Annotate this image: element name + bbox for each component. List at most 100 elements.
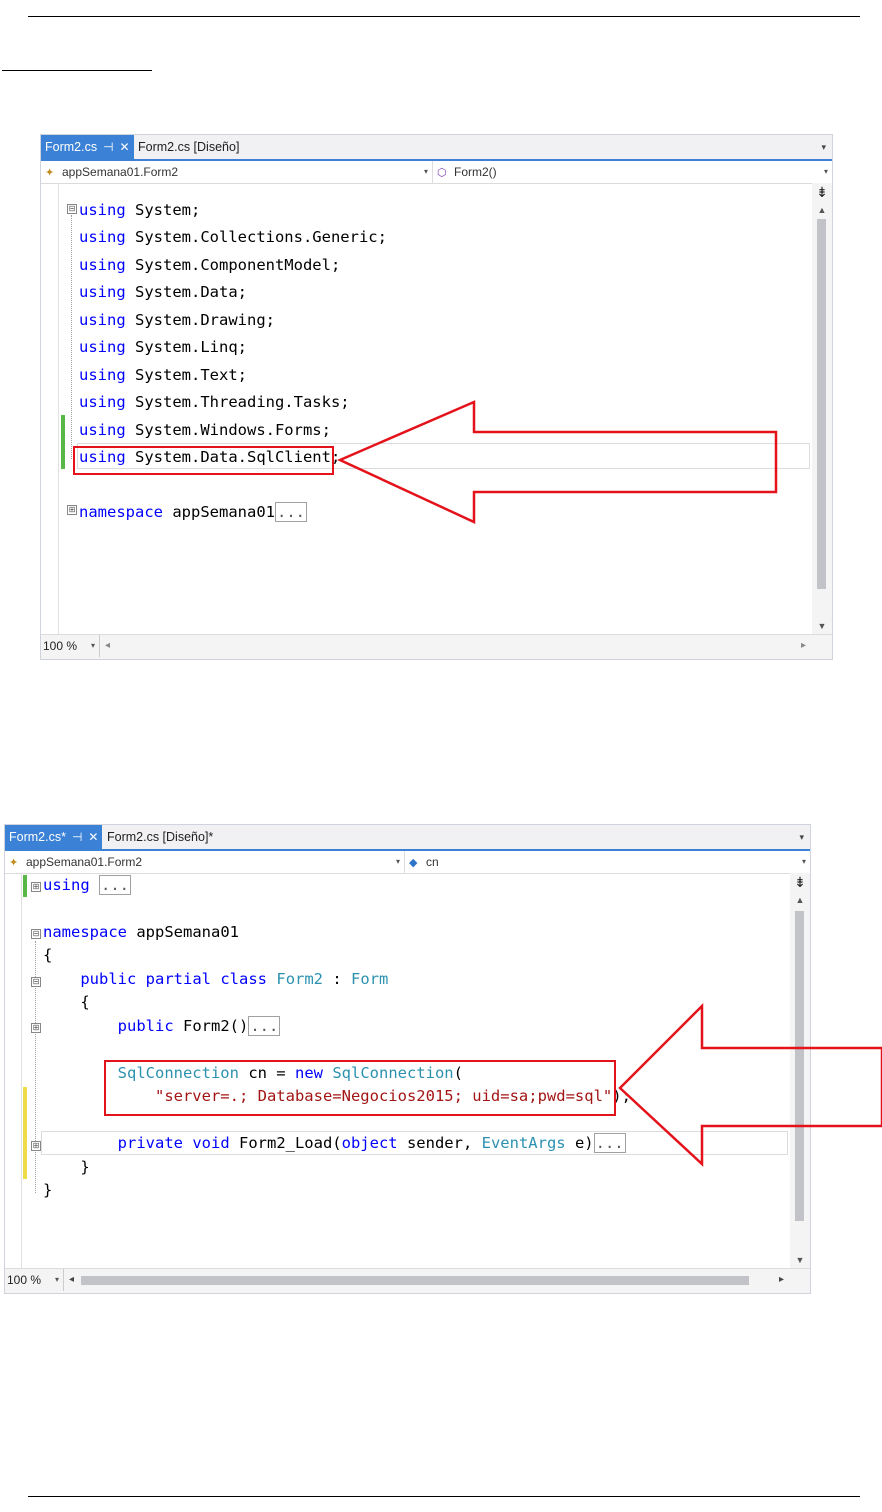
code-text: System.Text;: [125, 366, 247, 384]
tab-form2-cs[interactable]: Form2.cs* ⊣ ✕: [5, 825, 103, 849]
chevron-down-icon: ▾: [801, 857, 806, 866]
collapsed-region[interactable]: ...: [248, 1016, 281, 1036]
margin-line: [21, 873, 22, 1269]
tab-list-dropdown-icon[interactable]: ▾: [821, 135, 826, 159]
code-line: SqlConnection cn = new SqlConnection(: [43, 1061, 463, 1085]
zoom-dropdown[interactable]: 100 % ▾: [43, 635, 100, 657]
scroll-thumb[interactable]: [817, 219, 826, 589]
keyword: using: [79, 448, 126, 466]
code-text: appSemana01: [163, 503, 275, 521]
code-text: }: [80, 1158, 90, 1176]
tab-label: Form2.cs*: [9, 830, 66, 844]
type-selector-dropdown[interactable]: ✦ appSemana01.Form2 ▾: [41, 161, 433, 183]
tab-bar: Form2.cs ⊣ ✕ Form2.cs [Diseño] ▾: [41, 135, 832, 161]
scroll-left-icon[interactable]: ◂: [69, 1269, 74, 1291]
code-line: namespace appSemana01...: [79, 499, 307, 525]
member-selector-dropdown[interactable]: ⬡ Form2() ▾: [433, 161, 832, 183]
code-text: System.Threading.Tasks;: [125, 393, 350, 411]
chevron-down-icon: ▾: [54, 1275, 59, 1284]
chevron-down-icon: ▾: [395, 857, 400, 866]
type-selector-dropdown[interactable]: ✦ appSemana01.Form2 ▾: [5, 851, 405, 873]
collapsed-region[interactable]: ...: [593, 1133, 626, 1153]
pin-icon[interactable]: ⊣: [72, 825, 82, 849]
chevron-down-icon: ▾: [823, 167, 828, 176]
collapse-icon[interactable]: ⊟: [67, 204, 77, 214]
outline-guide: [71, 215, 72, 459]
zoom-dropdown[interactable]: 100 % ▾: [7, 1269, 64, 1291]
scroll-thumb[interactable]: [795, 911, 804, 1221]
string-literal: "server=.; Database=Negocios2015; uid=sa…: [154, 1087, 613, 1105]
tab-label: Form2.cs: [45, 140, 98, 154]
margin-line: [58, 183, 59, 635]
keyword: using: [79, 311, 126, 329]
expand-icon[interactable]: ⊞: [31, 882, 41, 892]
keyword: using: [79, 256, 126, 274]
code-text: (: [453, 1064, 463, 1082]
pin-icon[interactable]: ⊣: [103, 135, 113, 159]
scroll-down-icon[interactable]: ▼: [790, 1255, 810, 1265]
code-line: using System.Data.SqlClient;: [79, 444, 340, 470]
change-marker: [23, 1087, 27, 1179]
tab-form2-cs[interactable]: Form2.cs ⊣ ✕: [41, 135, 134, 159]
keyword: partial: [145, 970, 211, 988]
split-icon[interactable]: ⇟: [812, 185, 832, 201]
code-editor-2: Form2.cs* ⊣ ✕ Form2.cs [Diseño]* ▾ ✦ appSem…: [4, 824, 811, 1294]
code-line: namespace appSemana01: [43, 920, 239, 944]
collapsed-region[interactable]: ...: [274, 502, 307, 522]
keyword: class: [220, 970, 268, 988]
close-icon[interactable]: ✕: [88, 825, 98, 849]
vertical-scrollbar[interactable]: ⇟ ▲ ▼: [812, 183, 832, 635]
navigation-bar: ✦ appSemana01.Form2 ▾ ◆ cn ▾: [5, 851, 810, 874]
scroll-right-icon[interactable]: ▸: [801, 635, 806, 657]
tab-form2-design[interactable]: Form2.cs [Diseño]: [138, 135, 239, 159]
tab-form2-design[interactable]: Form2.cs [Diseño]*: [107, 825, 213, 849]
code-text: );: [612, 1087, 631, 1105]
code-line: using System;: [79, 197, 200, 223]
code-editor-1: Form2.cs ⊣ ✕ Form2.cs [Diseño] ▾ ✦ appSeman…: [40, 134, 833, 660]
code-area[interactable]: ⊟ ⊞ using System; using System.Collectio…: [41, 183, 810, 635]
code-line: using System.Windows.Forms;: [79, 417, 331, 443]
horizontal-scroll-thumb[interactable]: [81, 1276, 749, 1285]
code-text: System.Data;: [125, 283, 247, 301]
collapse-icon[interactable]: ⊟: [31, 977, 41, 987]
collapse-icon[interactable]: ⊟: [31, 929, 41, 939]
keyword: private: [117, 1134, 183, 1152]
page-bottom-rule: [28, 1496, 860, 1497]
code-area[interactable]: ⊞ ⊟ ⊟ ⊞ ⊞ using ... namespace appSemana0…: [5, 873, 788, 1269]
scroll-up-icon[interactable]: ▲: [812, 205, 832, 215]
split-icon[interactable]: ⇟: [790, 875, 810, 891]
code-text: System.Data.SqlClient;: [125, 448, 341, 466]
status-bar: 100 % ▾ ◂ ▸: [5, 1268, 810, 1293]
scroll-left-icon[interactable]: ◂: [105, 635, 110, 657]
expand-icon[interactable]: ⊞: [31, 1141, 41, 1151]
code-text: e): [565, 1134, 594, 1152]
page-top-rule: [28, 16, 860, 17]
scroll-down-icon[interactable]: ▼: [812, 621, 832, 631]
code-line: using System.Text;: [79, 362, 247, 388]
keyword: new: [294, 1064, 323, 1082]
code-line: {: [43, 990, 89, 1014]
collapsed-region[interactable]: ...: [99, 875, 132, 895]
navigation-bar: ✦ appSemana01.Form2 ▾ ⬡ Form2() ▾: [41, 161, 832, 184]
scroll-right-icon[interactable]: ▸: [779, 1269, 784, 1291]
expand-icon[interactable]: ⊞: [67, 505, 77, 515]
type-name: Form: [351, 970, 389, 988]
keyword: using: [79, 201, 126, 219]
keyword: using: [79, 393, 126, 411]
code-line: using System.Collections.Generic;: [79, 224, 387, 250]
member-selector-dropdown[interactable]: ◆ cn ▾: [405, 851, 810, 873]
scroll-up-icon[interactable]: ▲: [790, 895, 810, 905]
code-line: using System.Linq;: [79, 334, 247, 360]
vertical-scrollbar[interactable]: ⇟ ▲ ▼: [790, 873, 810, 1269]
type-name: SqlConnection: [332, 1064, 454, 1082]
keyword: public: [117, 1017, 174, 1035]
tab-list-dropdown-icon[interactable]: ▾: [799, 825, 804, 849]
zoom-value: 100 %: [43, 639, 78, 653]
expand-icon[interactable]: ⊞: [31, 1023, 41, 1033]
code-line: {: [43, 943, 52, 967]
code-line: using System.Threading.Tasks;: [79, 389, 350, 415]
close-icon[interactable]: ✕: [120, 135, 130, 159]
member-selector-value: Form2(): [454, 165, 497, 179]
zoom-value: 100 %: [7, 1273, 42, 1287]
code-text: System.ComponentModel;: [125, 256, 341, 274]
